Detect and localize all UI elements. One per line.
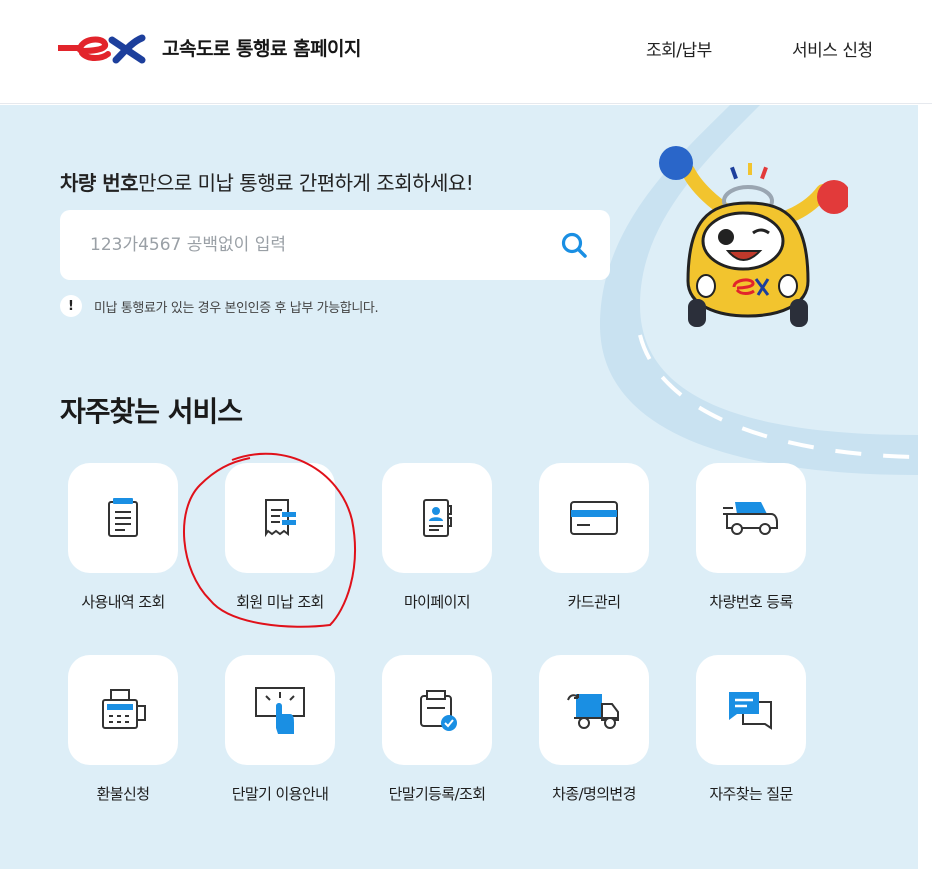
service-tile-usage-history[interactable]: 사용내역 조회: [63, 463, 183, 612]
service-button[interactable]: [68, 463, 178, 573]
service-label: 단말기 이용안내: [231, 785, 329, 803]
service-button[interactable]: [696, 463, 806, 573]
headline-emphasis: 차량 번호: [60, 171, 139, 195]
notice: ! 미납 통행료가 있는 경우 본인인증 후 납부 가능합니다.: [60, 295, 379, 317]
service-label: 마이페이지: [403, 593, 471, 611]
page-edge: [918, 105, 932, 869]
search-button[interactable]: [560, 231, 588, 259]
credit-card-icon: [570, 501, 618, 535]
nav-service-application[interactable]: 서비스 신청: [792, 36, 873, 61]
receipt-list-icon: [108, 498, 138, 537]
service-tile-mypage[interactable]: 마이페이지: [377, 463, 497, 612]
service-label: 회원 미납 조회: [236, 593, 324, 611]
touch-terminal-icon: [255, 687, 305, 734]
service-tile-card-management[interactable]: 카드관리: [534, 463, 654, 612]
truck-change-icon: [567, 694, 619, 729]
plate-number-input[interactable]: [90, 230, 530, 260]
search-icon: [561, 232, 587, 258]
car-icon: [723, 502, 778, 535]
nav-inquiry-payment[interactable]: 조회/납부: [646, 36, 712, 61]
service-tile-terminal-register[interactable]: 단말기등록/조회: [377, 655, 497, 804]
service-label: 카드관리: [567, 593, 621, 611]
service-tile-terminal-guide[interactable]: 단말기 이용안내: [220, 655, 340, 804]
section-title: 자주찾는 서비스: [60, 395, 243, 428]
service-button[interactable]: [696, 655, 806, 765]
hero-section: 차량 번호만으로 미납 통행료 간편하게 조회하세요! ! 미납 통행료가 있는…: [0, 105, 918, 869]
service-label: 차량번호 등록: [709, 593, 793, 611]
ex-logo-icon: [58, 34, 146, 64]
service-tile-member-unpaid[interactable]: 회원 미납 조회: [220, 463, 340, 612]
service-button[interactable]: [539, 463, 649, 573]
service-button[interactable]: [68, 655, 178, 765]
service-button[interactable]: [382, 655, 492, 765]
service-button[interactable]: [539, 655, 649, 765]
service-label: 사용내역 조회: [81, 593, 165, 611]
mascot-illustration: [659, 146, 848, 327]
hero-headline: 차량 번호만으로 미납 통행료 간편하게 조회하세요!: [60, 167, 474, 196]
service-button[interactable]: [225, 463, 335, 573]
service-label: 자주찾는 질문: [709, 785, 793, 803]
service-label: 차종/명의변경: [552, 785, 636, 803]
service-button[interactable]: [225, 655, 335, 765]
chat-faq-icon: [729, 692, 772, 730]
service-tile-type-owner-change[interactable]: 차종/명의변경: [534, 655, 654, 804]
service-tile-faq[interactable]: 자주찾는 질문: [691, 655, 811, 804]
service-tile-refund[interactable]: 환불신청: [63, 655, 183, 804]
notice-text: 미납 통행료가 있는 경우 본인인증 후 납부 가능합니다.: [94, 300, 379, 316]
service-label: 단말기등록/조회: [388, 785, 486, 803]
headline-rest: 만으로 미납 통행료 간편하게 조회하세요!: [138, 171, 474, 195]
unpaid-bill-icon: [265, 499, 296, 538]
profile-card-icon: [423, 499, 452, 537]
refund-machine-icon: [102, 689, 146, 729]
site-logo[interactable]: 고속도로 통행료 홈페이지: [58, 30, 362, 64]
service-tile-vehicle-registration[interactable]: 차량번호 등록: [691, 463, 811, 612]
terminal-check-icon: [420, 690, 457, 731]
service-label: 환불신청: [96, 785, 150, 803]
plate-search-box: [60, 210, 610, 280]
site-header: 고속도로 통행료 홈페이지 조회/납부 서비스 신청: [0, 0, 932, 104]
site-title: 고속도로 통행료 홈페이지: [162, 37, 362, 60]
exclamation-icon: !: [60, 295, 82, 317]
service-button[interactable]: [382, 463, 492, 573]
